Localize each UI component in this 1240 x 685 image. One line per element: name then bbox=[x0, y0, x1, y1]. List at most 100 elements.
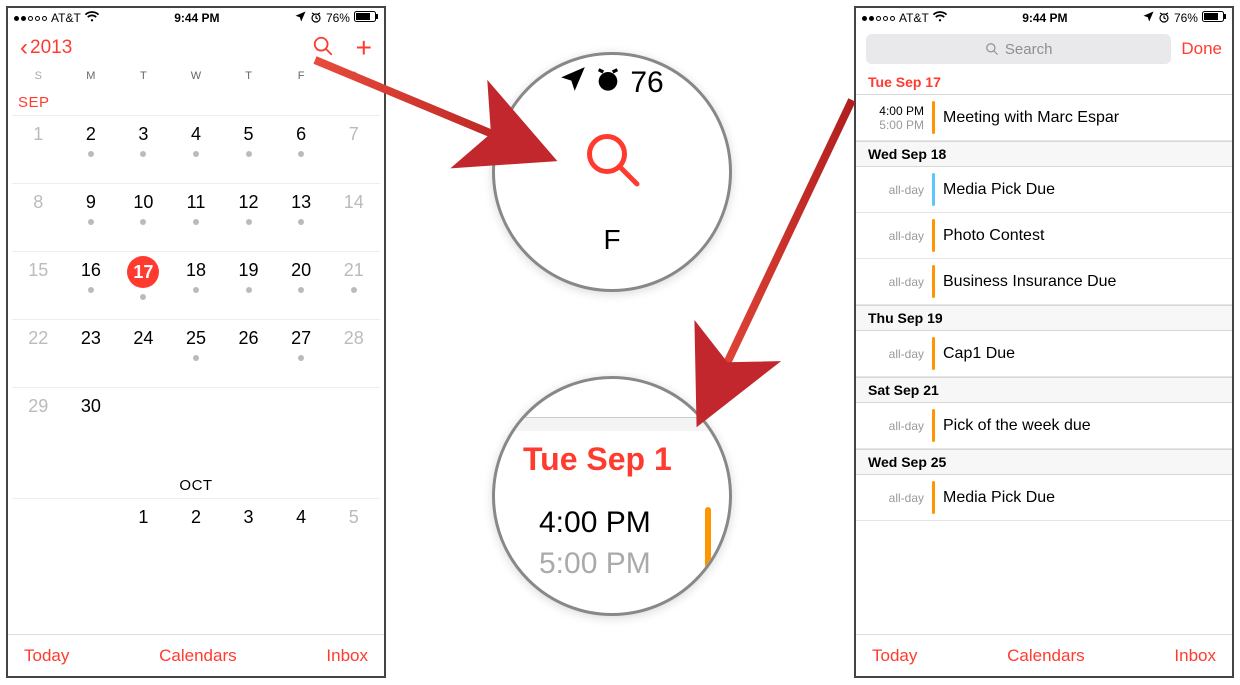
day-cell[interactable]: 16 bbox=[65, 251, 118, 319]
day-cell[interactable]: 6 bbox=[275, 115, 328, 183]
calendars-button[interactable]: Calendars bbox=[1007, 646, 1085, 666]
event-time: all-day bbox=[856, 331, 932, 376]
battery-icon bbox=[1202, 11, 1226, 25]
done-button[interactable]: Done bbox=[1181, 39, 1222, 59]
event-dot-icon bbox=[298, 151, 304, 157]
today-button[interactable]: Today bbox=[24, 646, 69, 666]
day-cell[interactable]: 5 bbox=[327, 498, 380, 550]
status-time: 9:44 PM bbox=[1022, 11, 1067, 25]
day-cell[interactable]: 30 bbox=[65, 387, 118, 455]
magnifier-event-list: Tue Sep 1 4:00 PM 5:00 PM bbox=[492, 376, 732, 616]
battery-percent: 76% bbox=[326, 11, 350, 25]
carrier-label: AT&T bbox=[899, 11, 929, 25]
day-cell[interactable]: 21 bbox=[327, 251, 380, 319]
event-color-bar bbox=[932, 173, 935, 206]
alarm-icon bbox=[1158, 11, 1170, 26]
day-number: 14 bbox=[344, 192, 364, 213]
event-row[interactable]: all-dayCap1 Due bbox=[856, 331, 1232, 377]
search-input[interactable]: Search bbox=[866, 34, 1171, 64]
calendars-button[interactable]: Calendars bbox=[159, 646, 237, 666]
wifi-icon bbox=[85, 11, 99, 25]
event-list[interactable]: Tue Sep 174:00 PM5:00 PMMeeting with Mar… bbox=[856, 70, 1232, 634]
phone-month-view: AT&T 9:44 PM 76% ‹ 2013 bbox=[6, 6, 386, 678]
day-cell[interactable]: 17 bbox=[117, 251, 170, 319]
weekday-label: S bbox=[12, 70, 65, 82]
day-cell[interactable]: 19 bbox=[222, 251, 275, 319]
day-cell[interactable]: 3 bbox=[222, 498, 275, 550]
day-cell[interactable]: 2 bbox=[65, 115, 118, 183]
day-cell bbox=[170, 387, 223, 455]
day-number: 15 bbox=[28, 260, 48, 281]
event-color-bar bbox=[932, 219, 935, 252]
day-cell[interactable]: 2 bbox=[170, 498, 223, 550]
weekday-label: W bbox=[170, 70, 223, 82]
day-cell[interactable]: 8 bbox=[12, 183, 65, 251]
search-button[interactable] bbox=[312, 35, 334, 62]
inbox-button[interactable]: Inbox bbox=[1174, 646, 1216, 666]
day-cell[interactable]: 29 bbox=[12, 387, 65, 455]
day-cell[interactable]: 25 bbox=[170, 319, 223, 387]
event-row[interactable]: all-dayPick of the week due bbox=[856, 403, 1232, 449]
weekday-label: M bbox=[65, 70, 118, 82]
day-cell[interactable]: 18 bbox=[170, 251, 223, 319]
day-cell[interactable]: 14 bbox=[327, 183, 380, 251]
event-title: Media Pick Due bbox=[943, 475, 1055, 520]
day-number: 19 bbox=[239, 260, 259, 281]
day-number: 12 bbox=[239, 192, 259, 213]
wifi-icon bbox=[933, 11, 947, 25]
day-cell[interactable]: 9 bbox=[65, 183, 118, 251]
event-row[interactable]: all-dayMedia Pick Due bbox=[856, 475, 1232, 521]
event-row[interactable]: all-dayMedia Pick Due bbox=[856, 167, 1232, 213]
event-dot-icon bbox=[246, 219, 252, 225]
day-cell[interactable]: 12 bbox=[222, 183, 275, 251]
event-title: Pick of the week due bbox=[943, 403, 1091, 448]
event-time: all-day bbox=[856, 403, 932, 448]
day-cell[interactable]: 7 bbox=[327, 115, 380, 183]
day-cell[interactable]: 13 bbox=[275, 183, 328, 251]
day-number: 25 bbox=[186, 328, 206, 349]
event-color-bar bbox=[932, 409, 935, 442]
day-cell[interactable]: 26 bbox=[222, 319, 275, 387]
day-cell[interactable]: 1 bbox=[117, 498, 170, 550]
day-cell[interactable]: 11 bbox=[170, 183, 223, 251]
day-cell[interactable]: 3 bbox=[117, 115, 170, 183]
day-cell[interactable]: 24 bbox=[117, 319, 170, 387]
weekday-label: T bbox=[117, 70, 170, 82]
day-number: 29 bbox=[28, 396, 48, 417]
day-cell bbox=[65, 498, 118, 550]
status-time: 9:44 PM bbox=[174, 11, 219, 25]
inbox-button[interactable]: Inbox bbox=[326, 646, 368, 666]
add-event-button[interactable]: + bbox=[356, 34, 372, 62]
day-cell[interactable]: 4 bbox=[275, 498, 328, 550]
event-dot-icon bbox=[246, 287, 252, 293]
day-cell[interactable]: 28 bbox=[327, 319, 380, 387]
event-dot-icon bbox=[193, 151, 199, 157]
day-cell[interactable]: 1 bbox=[12, 115, 65, 183]
day-cell[interactable]: 4 bbox=[170, 115, 223, 183]
day-cell[interactable]: 20 bbox=[275, 251, 328, 319]
day-cell bbox=[275, 387, 328, 455]
event-time: all-day bbox=[856, 475, 932, 520]
day-number: 5 bbox=[349, 507, 359, 528]
event-title: Media Pick Due bbox=[943, 167, 1055, 212]
day-cell[interactable]: 15 bbox=[12, 251, 65, 319]
day-number: 27 bbox=[291, 328, 311, 349]
event-row[interactable]: 4:00 PM5:00 PMMeeting with Marc Espar bbox=[856, 95, 1232, 141]
day-cell[interactable]: 10 bbox=[117, 183, 170, 251]
day-cell[interactable]: 23 bbox=[65, 319, 118, 387]
event-time: all-day bbox=[856, 259, 932, 304]
day-cell[interactable]: 22 bbox=[12, 319, 65, 387]
day-number: 22 bbox=[28, 328, 48, 349]
day-number: 11 bbox=[187, 192, 206, 213]
status-bar: AT&T 9:44 PM 76% bbox=[856, 8, 1232, 28]
day-cell bbox=[327, 387, 380, 455]
section-header: Tue Sep 17 bbox=[856, 70, 1232, 95]
day-cell[interactable]: 27 bbox=[275, 319, 328, 387]
status-bar: AT&T 9:44 PM 76% bbox=[8, 8, 384, 28]
today-button[interactable]: Today bbox=[872, 646, 917, 666]
back-year-button[interactable]: ‹ 2013 bbox=[20, 36, 72, 60]
day-cell[interactable]: 5 bbox=[222, 115, 275, 183]
event-row[interactable]: all-dayPhoto Contest bbox=[856, 213, 1232, 259]
back-year-label: 2013 bbox=[30, 37, 72, 59]
event-row[interactable]: all-dayBusiness Insurance Due bbox=[856, 259, 1232, 305]
